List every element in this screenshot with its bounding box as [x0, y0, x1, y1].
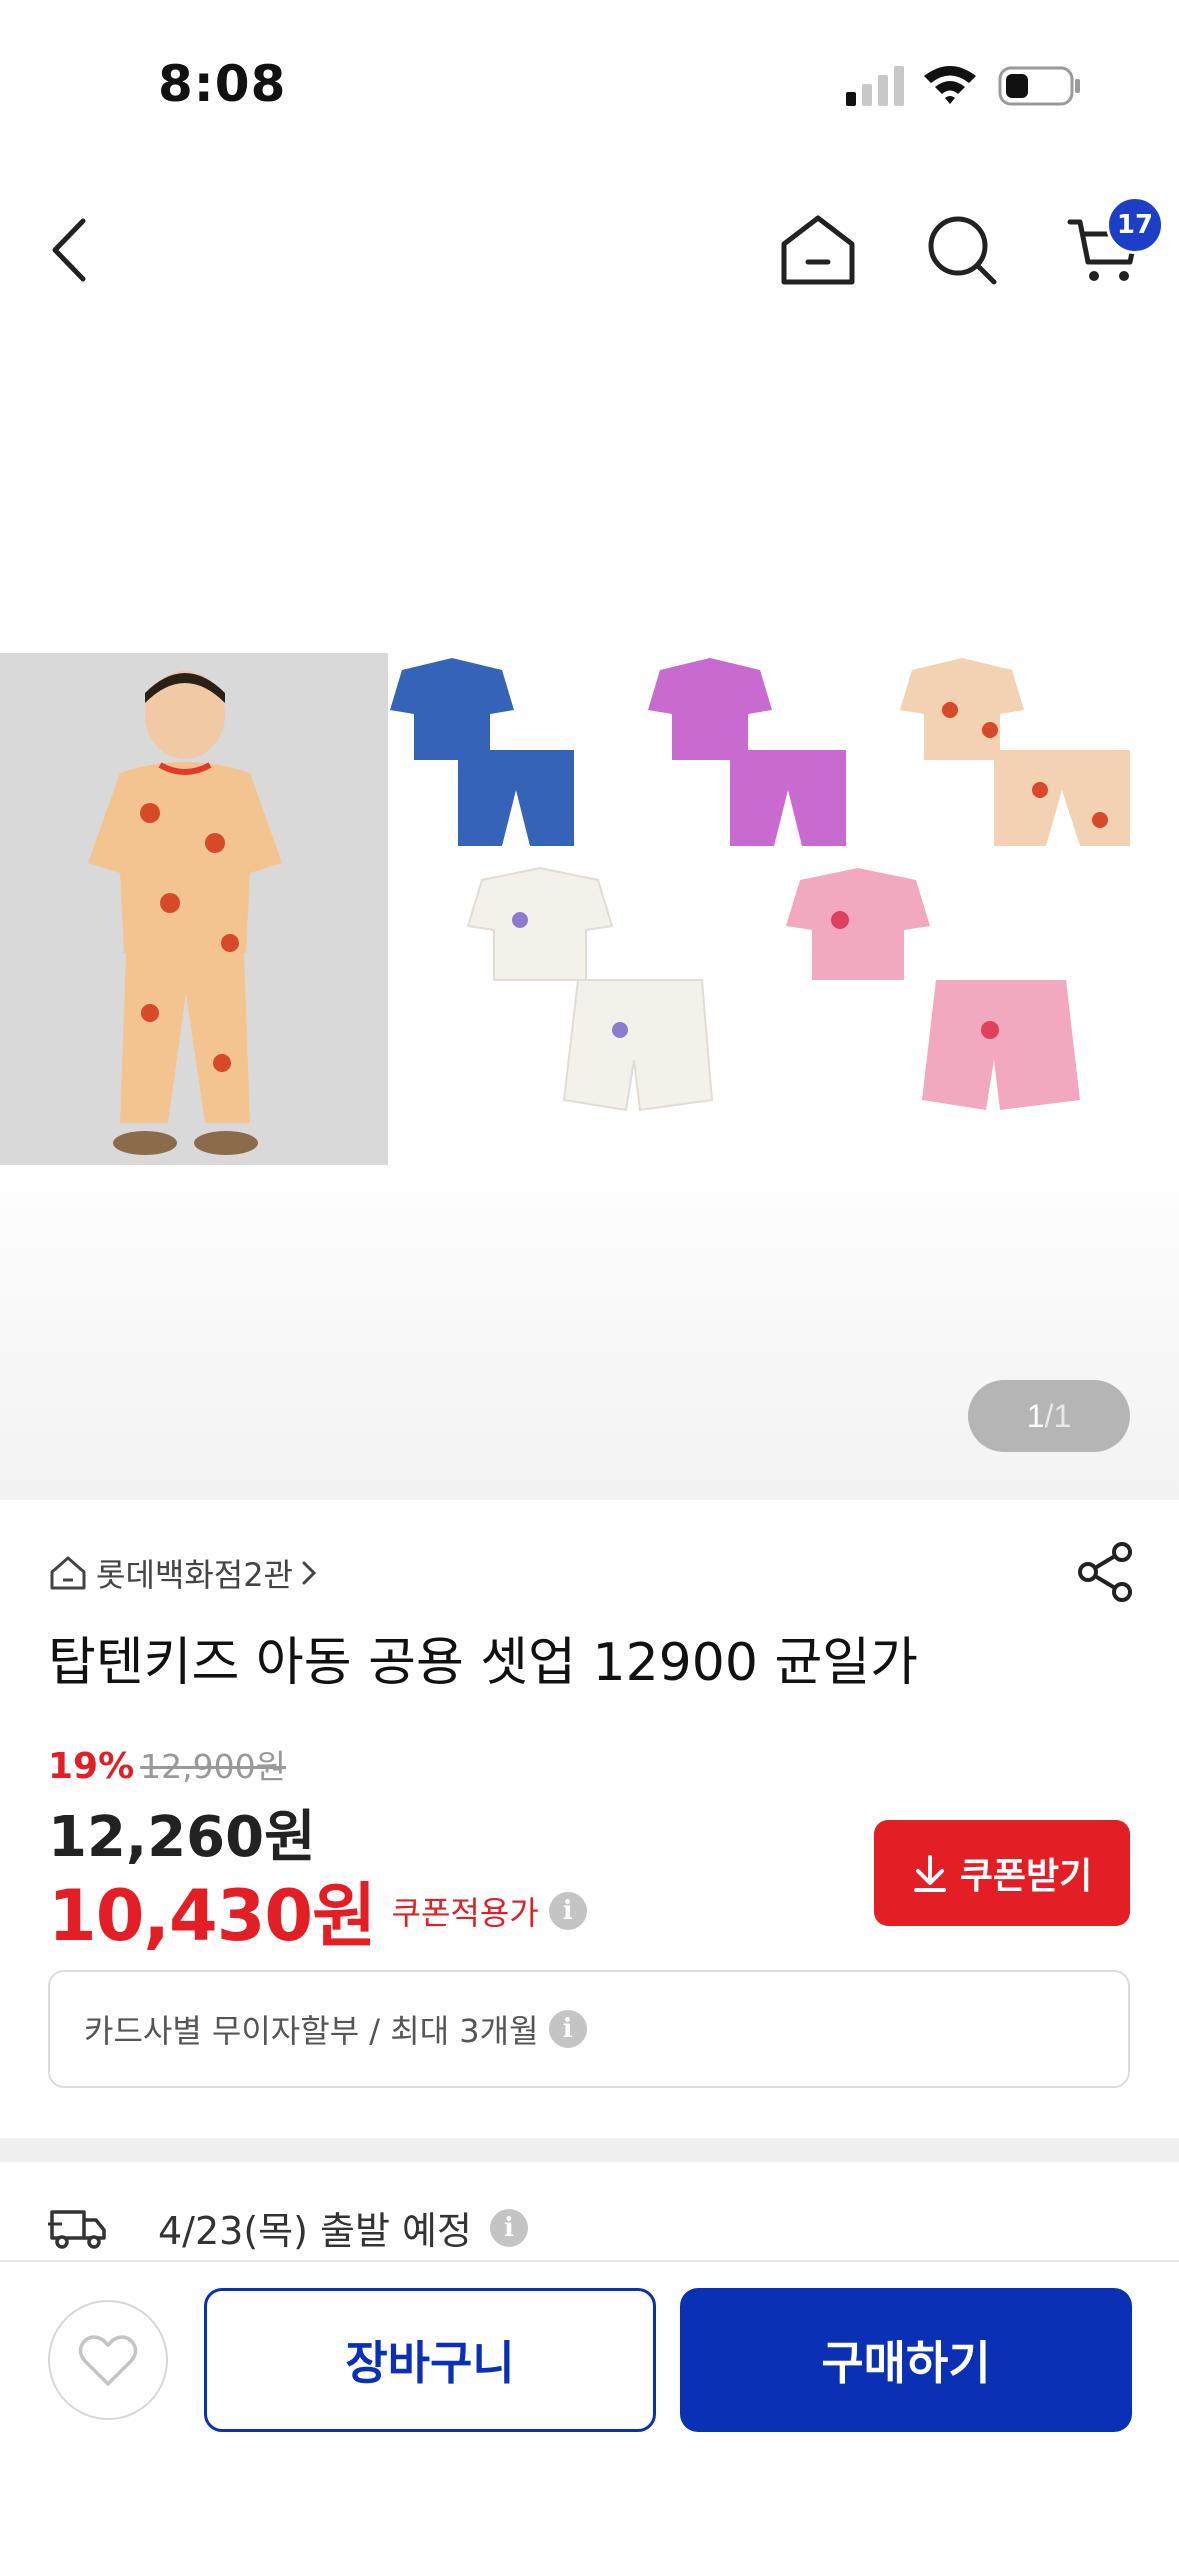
delivery-truck-icon: [48, 2209, 106, 2249]
store-link[interactable]: 롯데백화점2관: [48, 1550, 319, 1596]
buy-now-button[interactable]: 구매하기: [680, 2288, 1132, 2432]
heart-icon: [78, 2335, 138, 2386]
cart-count-badge: 17: [1106, 196, 1164, 254]
coupon-price-row: 10,430원 쿠폰적용가 i: [48, 1860, 587, 1961]
store-name: 롯데백화점2관: [96, 1556, 293, 1594]
shipping-date: 4/23(목) 출발 예정: [158, 2209, 472, 2253]
get-coupon-button[interactable]: 쿠폰받기: [874, 1820, 1130, 1926]
back-button[interactable]: [30, 210, 110, 290]
shipping-row: 4/23(목) 출발 예정 i: [48, 2200, 528, 2255]
cellular-signal-icon: [846, 66, 904, 106]
installment-info-box[interactable]: 카드사별 무이자할부 / 최대 3개월 i: [48, 1970, 1130, 2088]
model-photo: [0, 653, 388, 1165]
product-title: 탑텐키즈 아동 공용 셋업 12900 균일가: [48, 1633, 918, 1693]
top-nav-bar: [0, 190, 1179, 310]
pager-separator: /: [1044, 1397, 1054, 1434]
home-button[interactable]: [778, 210, 858, 290]
pager-total: 1: [1053, 1397, 1072, 1434]
share-icon[interactable]: [1074, 1540, 1138, 1604]
chevron-left-icon: [52, 218, 86, 282]
store-home-icon: [50, 1556, 86, 1590]
coupon-price-label: 쿠폰적용가: [391, 1893, 539, 1932]
section-divider: [0, 2138, 1179, 2162]
pager-current: 1: [1026, 1397, 1045, 1434]
get-coupon-label: 쿠폰받기: [959, 1856, 1093, 1897]
add-to-cart-button[interactable]: 장바구니: [204, 2288, 656, 2432]
download-icon: [913, 1855, 946, 1892]
battery-icon: [998, 66, 1080, 106]
wishlist-button[interactable]: [48, 2300, 168, 2420]
home-icon: [781, 215, 855, 285]
discount-rate: 19%: [48, 1746, 135, 1787]
bottom-action-bar: 장바구니 구매하기: [0, 2260, 1179, 2556]
shipping-info-icon[interactable]: i: [489, 2208, 528, 2247]
status-bar: 8:08: [0, 0, 1179, 170]
search-button[interactable]: [922, 210, 1002, 290]
original-price: 12,900원: [140, 1747, 286, 1786]
chevron-right-icon: [302, 1561, 317, 1585]
installment-info-icon[interactable]: i: [548, 2010, 587, 2048]
discount-row: 19% 12,900원: [48, 1740, 286, 1788]
image-pager-indicator: 1 / 1: [968, 1380, 1130, 1452]
product-image-gallery[interactable]: 1 / 1: [0, 320, 1179, 1500]
product-variants-photo: [390, 658, 1130, 1112]
coupon-price: 10,430원: [48, 1875, 377, 1957]
wifi-icon: [924, 66, 976, 104]
status-time: 8:08: [158, 55, 287, 113]
search-icon: [928, 216, 997, 285]
installment-text: 카드사별 무이자할부 / 최대 3개월: [84, 2012, 539, 2050]
info-icon[interactable]: i: [548, 1891, 587, 1930]
